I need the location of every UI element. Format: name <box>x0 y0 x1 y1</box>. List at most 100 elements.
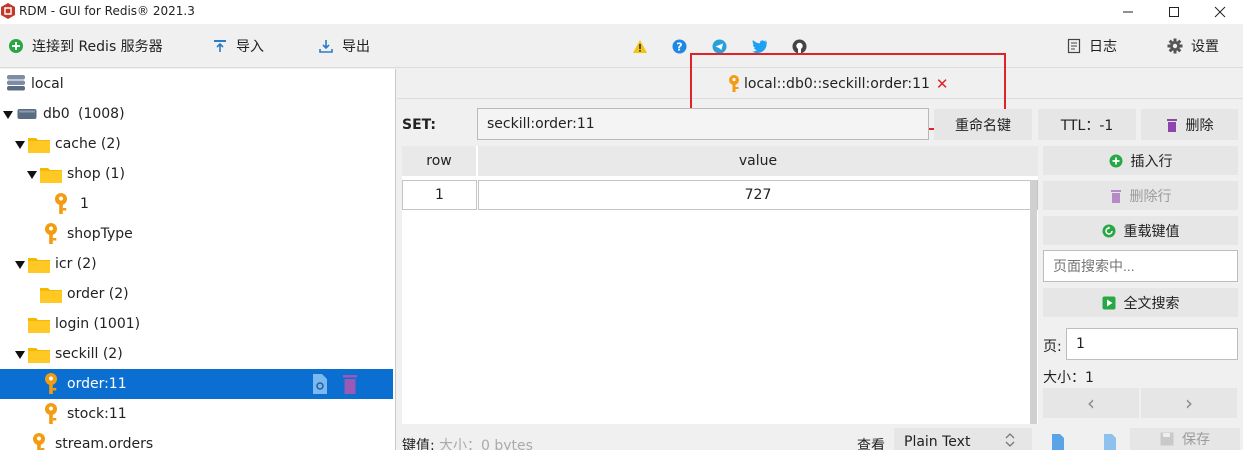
tree-item-key[interactable]: order:11 <box>0 369 393 399</box>
page-label: 页: <box>1043 339 1062 355</box>
maximize-button[interactable] <box>1151 0 1197 24</box>
expand-arrow-icon[interactable] <box>15 261 25 271</box>
table-scrollbar[interactable] <box>1030 180 1037 424</box>
tree-item-folder[interactable]: shop (1) <box>0 159 393 189</box>
tree-label: shopType <box>67 226 133 242</box>
tree-item-folder[interactable]: cache (2) <box>0 129 393 159</box>
tree-item-key[interactable]: stream.orders <box>0 429 393 450</box>
view-as-label: 查看 <box>857 438 885 450</box>
github-icon[interactable] <box>792 39 807 54</box>
app-window: RDM - GUI for Redis® 2021.3 连接到 Redis 服务… <box>0 0 1243 450</box>
play-icon <box>1102 296 1115 309</box>
cell-text: 1 <box>435 187 444 203</box>
column-header-label: value <box>738 153 778 169</box>
import-label: 导入 <box>236 39 264 55</box>
import-icon <box>214 40 226 52</box>
trash-icon[interactable] <box>342 374 358 394</box>
folder-icon <box>40 168 62 183</box>
refresh-icon <box>1102 224 1115 237</box>
tree-item-key[interactable]: stock:11 <box>0 399 393 429</box>
save-icon <box>1160 432 1174 446</box>
key-tree: local db0 (1008) cache (2) shop (1) 1 shopT… <box>0 69 396 450</box>
expand-arrow-icon[interactable] <box>15 351 25 361</box>
key-name-field[interactable]: seckill:order:11 <box>477 108 929 140</box>
value-size-text: 大小：0 bytes <box>439 438 533 450</box>
tree-label: stock:11 <box>67 406 127 422</box>
connect-server-button[interactable]: 连接到 Redis 服务器 <box>8 36 163 56</box>
export-icon <box>319 40 333 53</box>
prev-page-button[interactable]: ‹ <box>1043 388 1139 418</box>
delete-row-label: 删除行 <box>1129 188 1172 205</box>
full-text-search-button[interactable]: 全文搜索 <box>1043 288 1238 317</box>
full-text-search-label: 全文搜索 <box>1123 295 1180 312</box>
document-icon[interactable] <box>1103 434 1117 450</box>
column-header-row[interactable]: row <box>402 146 476 176</box>
key-value-label: 键值: <box>402 438 435 450</box>
key-type-label: SET: <box>402 117 437 133</box>
tree-item-folder[interactable]: seckill (2) <box>0 339 393 369</box>
warning-icon[interactable] <box>633 40 647 53</box>
tree-label: cache (2) <box>55 136 121 152</box>
rename-key-label: 重命名键 <box>955 117 1011 134</box>
expand-arrow-icon[interactable] <box>27 171 37 181</box>
size-label: 大小：1 <box>1043 370 1094 386</box>
ttl-button[interactable]: TTL：-1 <box>1038 109 1136 140</box>
tree-label: order:11 <box>67 376 127 392</box>
expand-arrow-icon[interactable] <box>15 141 25 151</box>
insert-row-button[interactable]: 插入行 <box>1043 146 1238 175</box>
chevron-left-icon: ‹ <box>1087 391 1095 415</box>
column-header-label: row <box>426 153 452 169</box>
column-header-value[interactable]: value <box>478 146 1038 176</box>
tree-label: order (2) <box>67 286 129 302</box>
minimize-button[interactable] <box>1105 0 1151 24</box>
tree-item-key[interactable]: shopType <box>0 219 393 249</box>
tree-connection-local[interactable]: local <box>0 69 393 99</box>
database-icon <box>17 109 37 119</box>
export-button[interactable]: 导出 <box>318 36 370 56</box>
page-search-input[interactable] <box>1043 250 1238 282</box>
add-circle-icon <box>1109 154 1122 167</box>
tree-label: stream.orders <box>55 436 154 450</box>
folder-icon <box>40 288 62 303</box>
maximize-icon <box>1169 7 1179 17</box>
telegram-icon[interactable] <box>712 39 727 54</box>
log-button[interactable]: 日志 <box>1067 36 1117 56</box>
close-icon <box>1214 6 1226 18</box>
value-table: row value 1 727 <box>402 146 1038 424</box>
expand-arrow-icon[interactable] <box>3 111 13 121</box>
twitter-icon[interactable] <box>752 40 767 53</box>
tree-item-folder[interactable]: icr (2) <box>0 249 393 279</box>
tree-item-key[interactable]: 1 <box>0 189 393 219</box>
import-button[interactable]: 导入 <box>212 36 264 56</box>
delete-key-label: 删除 <box>1185 117 1214 134</box>
save-button[interactable]: 保存 <box>1130 428 1240 450</box>
connection-toolbar: 连接到 Redis 服务器 导入 导出 <box>0 24 396 68</box>
reload-value-button[interactable]: 重载键值 <box>1043 216 1238 245</box>
format-select[interactable]: Plain Text <box>894 428 1032 450</box>
table-cell-value[interactable]: 727 <box>478 180 1038 210</box>
format-select-value: Plain Text <box>904 434 971 450</box>
tree-database-db0[interactable]: db0 (1008) <box>0 99 393 129</box>
table-cell-row[interactable]: 1 <box>402 180 477 210</box>
rename-key-button[interactable]: 重命名键 <box>934 109 1032 140</box>
copy-icon[interactable] <box>1051 434 1065 450</box>
next-page-button[interactable]: › <box>1141 388 1237 418</box>
minimize-icon <box>1123 11 1133 13</box>
folder-icon <box>28 258 50 273</box>
delete-key-button[interactable]: 删除 <box>1141 109 1238 140</box>
folder-icon <box>28 318 50 333</box>
tree-count: (1008) <box>78 106 125 122</box>
tree-item-folder[interactable]: login (1001) <box>0 309 393 339</box>
copy-key-icon[interactable] <box>312 374 328 394</box>
help-icon[interactable]: ? <box>672 39 687 54</box>
svg-text:?: ? <box>676 41 682 54</box>
trash-icon <box>1110 189 1121 203</box>
folder-icon <box>28 138 50 153</box>
page-number-input[interactable]: 1 <box>1066 328 1238 360</box>
settings-button[interactable]: 设置 <box>1167 36 1219 56</box>
chevron-right-icon: › <box>1185 391 1193 415</box>
close-window-button[interactable] <box>1197 0 1243 24</box>
tree-item-folder[interactable]: order (2) <box>0 279 393 309</box>
tree-label: shop (1) <box>67 166 125 182</box>
delete-row-button[interactable]: 删除行 <box>1043 181 1238 210</box>
